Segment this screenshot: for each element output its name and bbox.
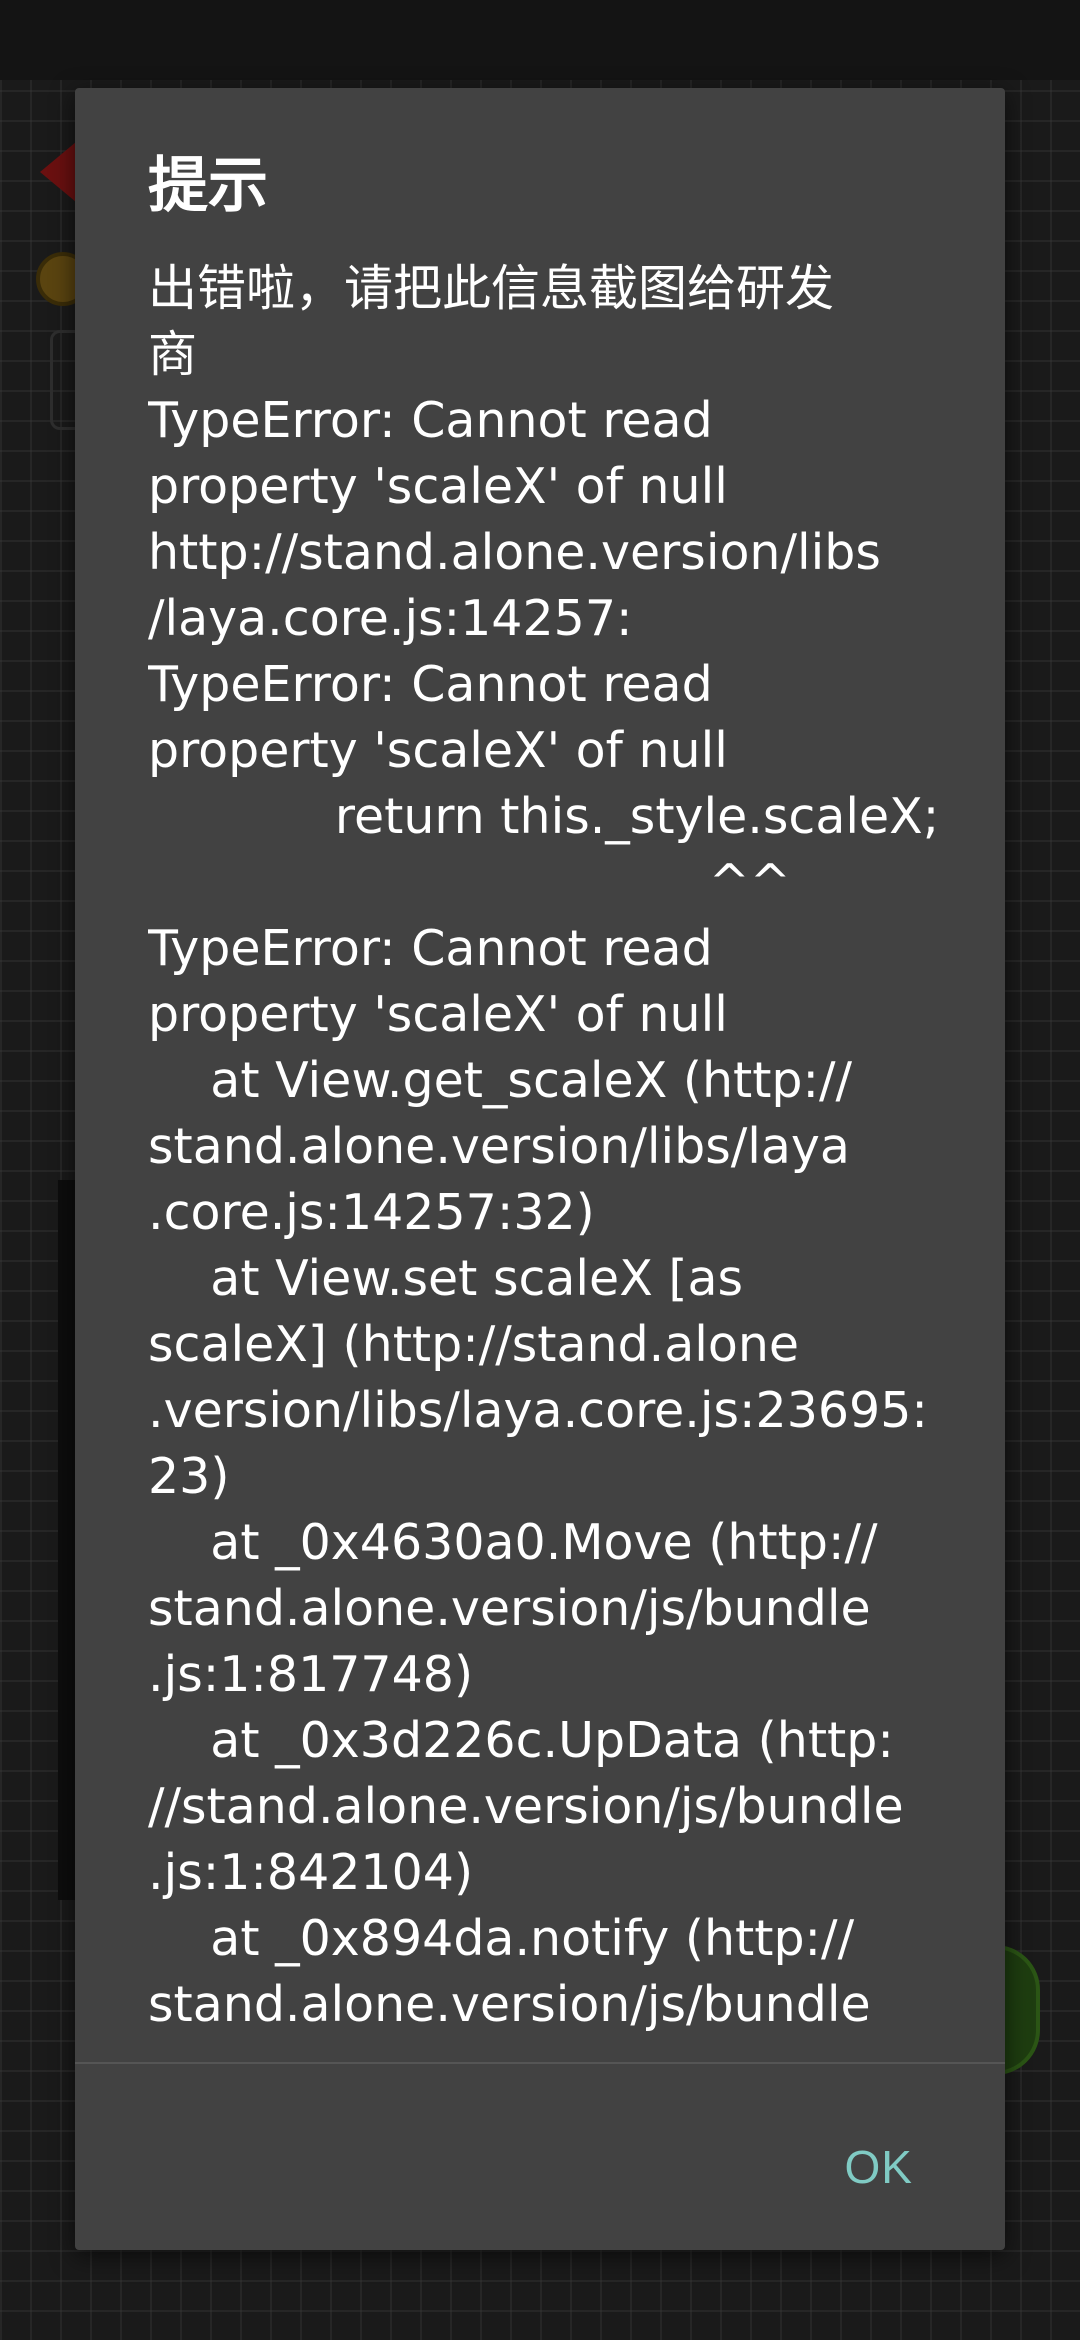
message-line: .version/libs/laya.core.js:23695: xyxy=(148,1382,928,1439)
message-line: ^^ xyxy=(148,854,791,911)
message-line: .js:1:817748) xyxy=(148,1646,474,1703)
message-line: 出错啦，请把此信息截图给研发 xyxy=(148,260,835,317)
message-line: at View.get_scaleX (http:// xyxy=(148,1052,853,1109)
message-line: TypeError: Cannot read xyxy=(148,656,713,713)
message-line: stand.alone.version/libs/laya xyxy=(148,1118,850,1175)
message-line: return this._style.scaleX; xyxy=(148,788,940,845)
screen: 提示 出错啦，请把此信息截图给研发 商 TypeError: Cannot re… xyxy=(0,0,1080,2340)
message-line: stand.alone.version/js/bundle xyxy=(148,1580,871,1637)
message-line: at View.set scaleX [as xyxy=(148,1250,744,1307)
message-line: 商 xyxy=(148,326,198,383)
message-line: TypeError: Cannot read xyxy=(148,392,713,449)
dialog-divider xyxy=(75,2062,1005,2064)
ok-button[interactable]: OK xyxy=(833,2130,925,2204)
dialog-message[interactable]: 出错啦，请把此信息截图给研发 商 TypeError: Cannot read … xyxy=(148,256,1005,2146)
dialog-title: 提示 xyxy=(148,151,268,221)
message-line: 23) xyxy=(148,1448,230,1505)
message-line: property 'scaleX' of null xyxy=(148,722,728,779)
message-line: .core.js:14257:32) xyxy=(148,1184,595,1241)
message-line: at _0x894da.notify (http:// xyxy=(148,1910,855,1967)
message-line: TypeError: Cannot read xyxy=(148,920,713,977)
error-dialog: 提示 出错啦，请把此信息截图给研发 商 TypeError: Cannot re… xyxy=(75,88,1005,2250)
background-red-marker xyxy=(40,142,76,202)
message-line: //stand.alone.version/js/bundle xyxy=(148,1778,904,1835)
message-line: scaleX] (http://stand.alone xyxy=(148,1316,800,1373)
status-bar xyxy=(0,0,1080,80)
message-line: at _0x4630a0.Move (http:// xyxy=(148,1514,878,1571)
message-line: property 'scaleX' of null xyxy=(148,986,728,1043)
message-line: .js:1:842104) xyxy=(148,1844,474,1901)
message-line: at _0x3d226c.UpData (http: xyxy=(148,1712,894,1769)
message-line: http://stand.alone.version/libs xyxy=(148,524,881,581)
message-line: /laya.core.js:14257: xyxy=(148,590,633,647)
message-line: stand.alone.version/js/bundle xyxy=(148,1976,871,2033)
message-line: property 'scaleX' of null xyxy=(148,458,728,515)
